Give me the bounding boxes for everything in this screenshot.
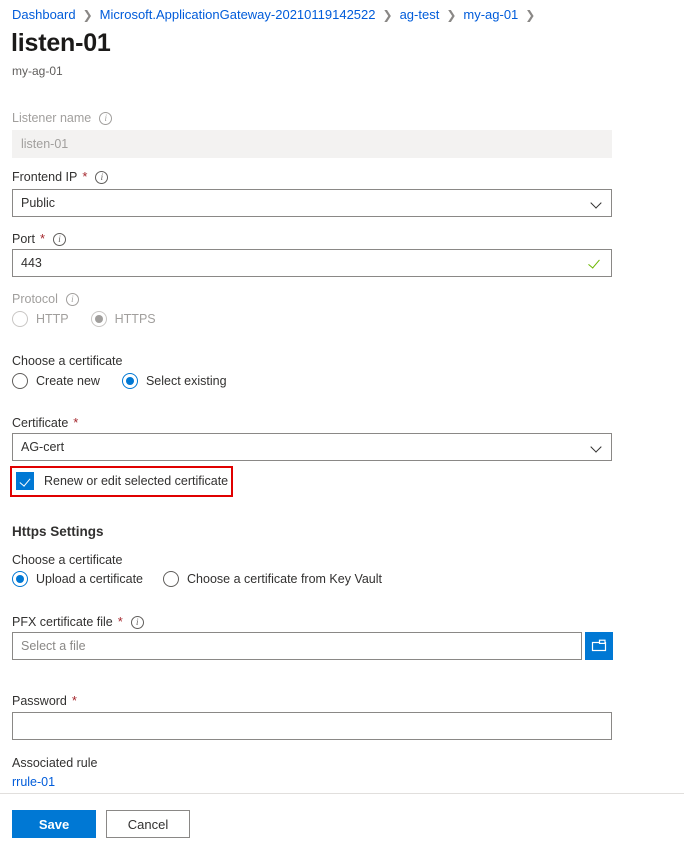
certificate-dropdown[interactable]: AG-cert [12,433,612,461]
https-choose-certificate-label: Choose a certificate [12,552,122,568]
breadcrumb-separator: ❯ [383,7,393,23]
page-title: listen-01 [11,28,111,58]
https-option-key-vault[interactable]: Choose a certificate from Key Vault [163,571,382,587]
https-choose-certificate-label-text: Choose a certificate [12,552,122,568]
chevron-down-icon [592,198,603,209]
certificate-option-create-new-label: Create new [36,374,100,388]
listener-name-input: listen-01 [12,130,612,158]
https-choose-certificate-radio-group: Upload a certificate Choose a certificat… [12,571,382,587]
radio-icon [12,373,28,389]
certificate-option-create-new[interactable]: Create new [12,373,100,389]
required-asterisk: * [40,233,45,245]
frontend-ip-label-text: Frontend IP [12,169,77,185]
choose-certificate-radio-group: Create new Select existing [12,373,227,389]
port-value: 443 [21,256,584,270]
associated-rule-link[interactable]: rrule-01 [12,775,55,789]
breadcrumb-item-gateway[interactable]: my-ag-01 [463,7,518,23]
radio-icon [122,373,138,389]
frontend-ip-label: Frontend IP * i [12,169,612,185]
associated-rule-label-text: Associated rule [12,755,97,771]
breadcrumb-item-deployment[interactable]: Microsoft.ApplicationGateway-20210119142… [100,7,376,23]
cancel-button[interactable]: Cancel [106,810,190,838]
protocol-option-https-label: HTTPS [115,312,156,326]
listener-name-value: listen-01 [21,137,603,151]
choose-certificate-label-text: Choose a certificate [12,353,122,369]
breadcrumb-separator: ❯ [525,7,535,23]
footer-divider [0,793,684,794]
frontend-ip-dropdown[interactable]: Public [12,189,612,217]
pfx-file-input[interactable]: Select a file [12,632,582,660]
certificate-option-select-existing[interactable]: Select existing [122,373,227,389]
info-icon[interactable]: i [66,293,79,306]
breadcrumb-separator: ❯ [446,7,456,23]
listener-name-label: Listener name i [12,110,612,126]
protocol-option-http: HTTP [12,311,69,327]
radio-icon [91,311,107,327]
choose-certificate-label: Choose a certificate [12,353,122,369]
info-icon[interactable]: i [53,233,66,246]
port-label: Port * i [12,231,612,247]
save-button[interactable]: Save [12,810,96,838]
radio-icon [163,571,179,587]
breadcrumb-separator: ❯ [83,7,93,23]
radio-icon [12,571,28,587]
info-icon[interactable]: i [95,171,108,184]
info-icon[interactable]: i [99,112,112,125]
pfx-file-label-text: PFX certificate file [12,614,113,630]
folder-browse-icon[interactable] [585,632,613,660]
pfx-file-placeholder: Select a file [21,639,573,653]
port-label-text: Port [12,231,35,247]
listener-name-label-text: Listener name [12,110,91,126]
protocol-option-https: HTTPS [91,311,156,327]
breadcrumb-item-resource-group[interactable]: ag-test [400,7,440,23]
required-asterisk: * [73,417,78,429]
certificate-value: AG-cert [21,440,586,454]
renew-certificate-label: Renew or edit selected certificate [44,474,228,488]
protocol-label: Protocol i [12,291,612,307]
certificate-option-select-existing-label: Select existing [146,374,227,388]
breadcrumb: Dashboard ❯ Microsoft.ApplicationGateway… [12,7,542,23]
https-option-upload-certificate-label: Upload a certificate [36,572,143,586]
renew-certificate-checkbox[interactable]: Renew or edit selected certificate [16,472,228,490]
frontend-ip-value: Public [21,196,586,210]
footer-actions: Save Cancel [12,810,190,838]
associated-rule-label: Associated rule [12,755,97,771]
protocol-radio-group: HTTP HTTPS [12,311,156,327]
required-asterisk: * [72,695,77,707]
certificate-label-text: Certificate [12,415,68,431]
info-icon[interactable]: i [131,616,144,629]
password-label: Password * [12,693,612,709]
pfx-file-row: Select a file [12,632,613,660]
certificate-label: Certificate * [12,415,612,431]
password-input[interactable] [12,712,612,740]
page-subtitle: my-ag-01 [12,64,63,79]
protocol-label-text: Protocol [12,291,58,307]
port-input[interactable]: 443 [12,249,612,277]
checkbox-checked-icon [16,472,34,490]
https-option-key-vault-label: Choose a certificate from Key Vault [187,572,382,586]
password-label-text: Password [12,693,67,709]
https-option-upload-certificate[interactable]: Upload a certificate [12,571,143,587]
required-asterisk: * [82,171,87,183]
protocol-option-http-label: HTTP [36,312,69,326]
pfx-file-label: PFX certificate file * i [12,614,612,630]
listener-settings-page: Dashboard ❯ Microsoft.ApplicationGateway… [0,0,684,848]
breadcrumb-item-dashboard[interactable]: Dashboard [12,7,76,23]
https-settings-heading: Https Settings [12,524,104,539]
valid-check-icon [590,257,603,270]
required-asterisk: * [118,616,123,628]
radio-icon [12,311,28,327]
chevron-down-icon [592,442,603,453]
